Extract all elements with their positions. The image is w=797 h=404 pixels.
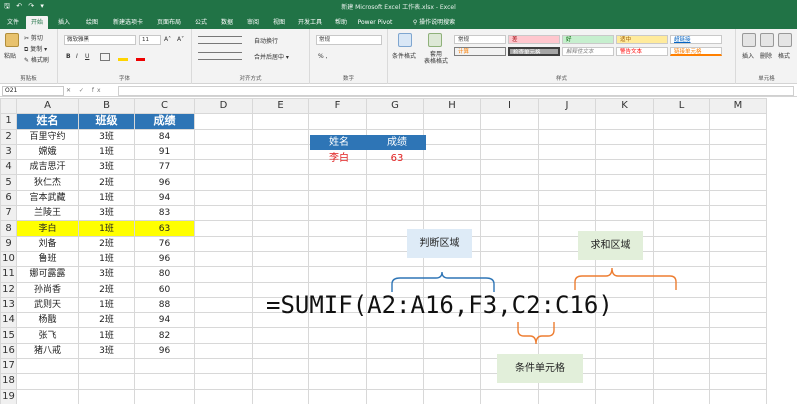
brace-range xyxy=(391,271,495,292)
sumif-formula: =SUMIF(A2:A16,F3,C2:C16) xyxy=(266,291,613,319)
annotation-braces xyxy=(391,267,677,345)
excel-window: 🖫 ↶ ↷ ▾ 新建 Microsoft Excel 工作表.xlsx - Ex… xyxy=(0,0,797,404)
brace-criteria xyxy=(517,322,555,345)
brace-sum-range xyxy=(574,267,677,290)
